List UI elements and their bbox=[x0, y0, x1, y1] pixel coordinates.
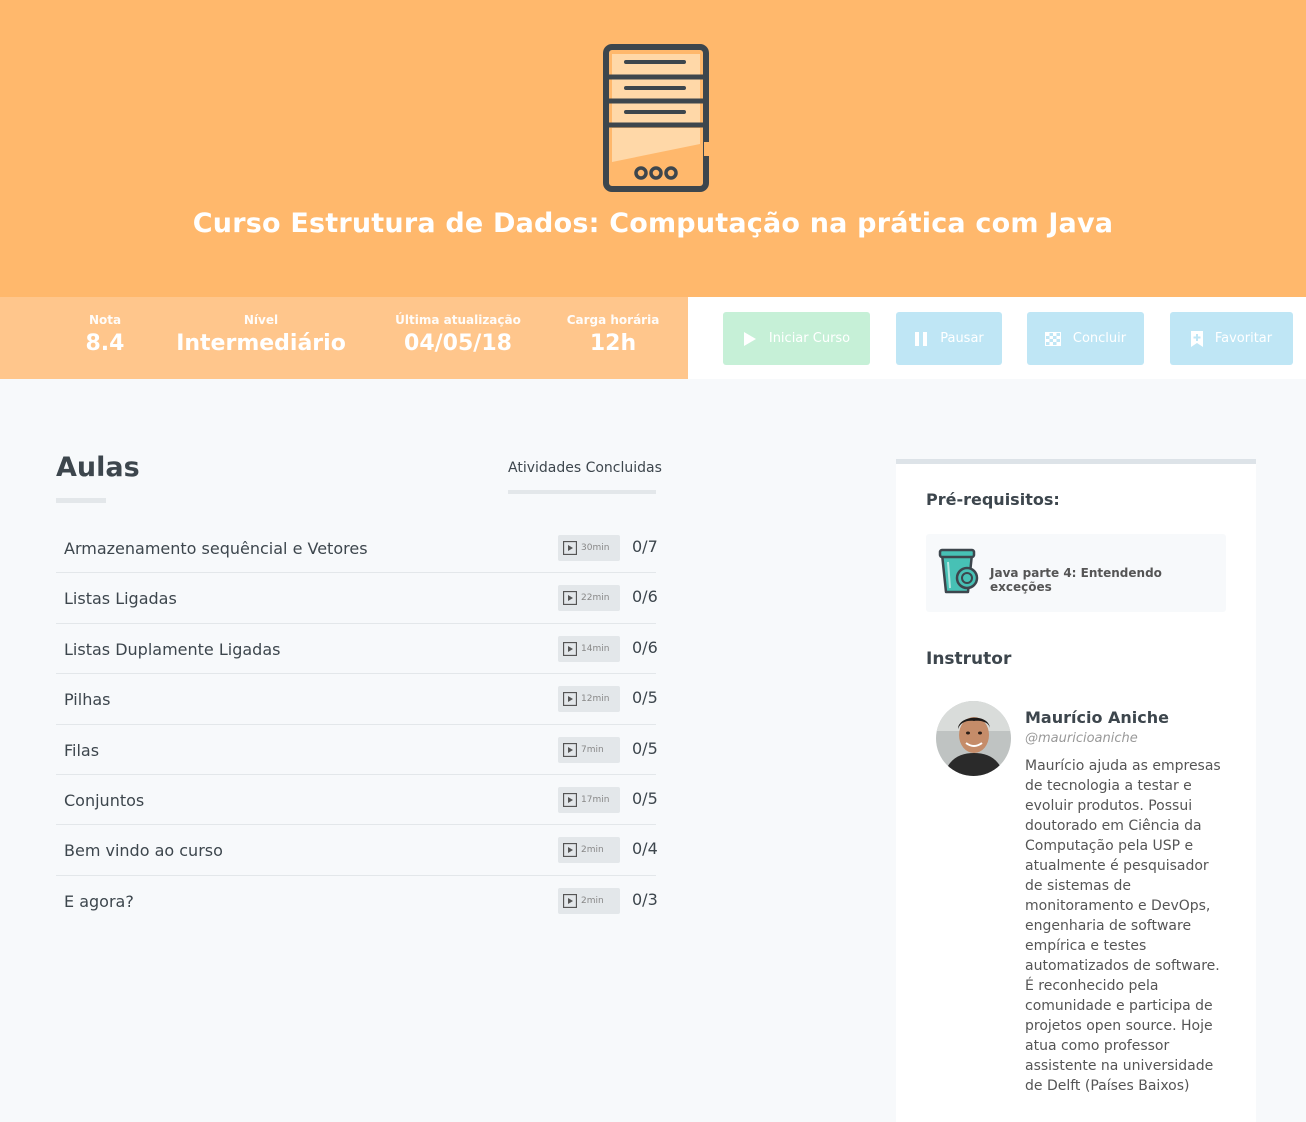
stat-workload: Carga horária 12h bbox=[558, 313, 668, 356]
lesson-row[interactable]: E agora? 2min 0/3 bbox=[56, 876, 658, 926]
stat-label: Nota bbox=[88, 313, 122, 327]
course-actions: Iniciar Curso Pausar Concluir Favoritar bbox=[688, 297, 1306, 379]
lesson-progress: 0/7 bbox=[632, 537, 658, 556]
lesson-progress: 0/6 bbox=[632, 637, 658, 657]
lesson-name: Filas bbox=[64, 740, 100, 760]
lesson-progress: 0/5 bbox=[632, 788, 658, 808]
lesson-row[interactable]: Pilhas 12min 0/5 bbox=[56, 674, 658, 725]
instructor-title: Instrutor bbox=[926, 649, 1012, 669]
course-title: Curso Estrutura de Dados: Computação na … bbox=[192, 208, 1114, 239]
lessons-title: Aulas bbox=[56, 452, 140, 483]
lesson-duration-text: 14min bbox=[581, 643, 610, 654]
stat-label: Carga horária bbox=[566, 313, 660, 327]
lesson-duration: 2min bbox=[558, 887, 620, 914]
lesson-row[interactable]: Conjuntos 17min 0/5 bbox=[56, 775, 658, 826]
lesson-list: Armazenamento sequêncial e Vetores 30min… bbox=[56, 523, 658, 926]
video-icon bbox=[563, 541, 577, 555]
lesson-row[interactable]: Bem vindo ao curso 2min 0/4 bbox=[56, 825, 658, 876]
lesson-progress: 0/4 bbox=[632, 839, 658, 859]
stat-value: Intermediário bbox=[176, 331, 346, 356]
activities-underline bbox=[508, 490, 656, 494]
lesson-progress: 0/6 bbox=[632, 587, 658, 607]
prerequisite-course-name: Java parte 4: Entendendo exceções bbox=[990, 566, 1162, 594]
video-icon bbox=[563, 843, 577, 858]
favorite-button[interactable]: Favoritar bbox=[1170, 312, 1293, 365]
course-hero: Curso Estrutura de Dados: Computação na … bbox=[0, 0, 1306, 297]
lesson-name: E agora? bbox=[64, 891, 134, 911]
lesson-row[interactable]: Filas 7min 0/5 bbox=[56, 725, 658, 775]
lesson-row[interactable]: Armazenamento sequêncial e Vetores 30min… bbox=[56, 523, 658, 574]
stat-last-update: Última atualização 04/05/18 bbox=[382, 313, 534, 356]
lesson-duration-text: 2min bbox=[581, 895, 604, 906]
stat-label: Nível bbox=[243, 313, 279, 327]
video-icon bbox=[563, 893, 577, 908]
lesson-row[interactable]: Listas Ligadas 22min 0/6 bbox=[56, 573, 658, 624]
favorite-label: Favoritar bbox=[1214, 331, 1273, 346]
video-icon bbox=[563, 692, 577, 707]
play-icon bbox=[743, 331, 756, 346]
instructor-handle: @mauricioaniche bbox=[1025, 731, 1138, 746]
instructor-avatar bbox=[936, 701, 1011, 776]
stat-value: 04/05/18 bbox=[404, 331, 512, 356]
activities-completed-label: Atividades Concluidas bbox=[508, 460, 662, 476]
java-cup-icon bbox=[938, 548, 979, 594]
video-icon bbox=[563, 792, 577, 807]
prerequisite-course-link[interactable]: Java parte 4: Entendendo exceções bbox=[926, 534, 1226, 612]
instructor-name: Maurício Aniche bbox=[1025, 708, 1169, 727]
lesson-progress: 0/3 bbox=[632, 889, 658, 909]
lessons-title-underline bbox=[56, 498, 106, 503]
lesson-name: Conjuntos bbox=[64, 790, 145, 810]
stat-value: 8.4 bbox=[85, 331, 125, 356]
lesson-row[interactable]: Listas Duplamente Ligadas 14min 0/6 bbox=[56, 624, 658, 675]
lesson-name: Listas Ligadas bbox=[64, 589, 177, 609]
instructor-bio: Maurício ajuda as empresas de tecnologia… bbox=[1025, 758, 1221, 1094]
lesson-progress: 0/5 bbox=[632, 738, 658, 758]
video-icon bbox=[563, 641, 577, 656]
bookmark-plus-icon bbox=[1190, 330, 1203, 347]
lesson-duration: 30min bbox=[558, 535, 620, 561]
lesson-name: Armazenamento sequêncial e Vetores bbox=[64, 539, 368, 558]
pause-icon bbox=[915, 331, 928, 346]
start-course-button[interactable]: Iniciar Curso bbox=[723, 312, 870, 365]
stat-value: 12h bbox=[589, 331, 637, 356]
lesson-duration: 17min bbox=[558, 786, 620, 813]
lesson-duration: 14min bbox=[558, 635, 620, 662]
video-icon bbox=[563, 591, 577, 606]
course-stats: Nota 8.4 Nível Intermediário Última atua… bbox=[0, 297, 688, 379]
finish-button[interactable]: Concluir bbox=[1027, 312, 1144, 365]
stat-label: Última atualização bbox=[395, 313, 521, 327]
start-course-label: Iniciar Curso bbox=[768, 331, 851, 346]
video-icon bbox=[563, 742, 577, 757]
lesson-duration: 7min bbox=[558, 736, 620, 763]
lesson-duration-text: 22min bbox=[581, 593, 610, 604]
course-sidebar: Pré-requisitos: Java parte 4: Entendendo… bbox=[896, 459, 1256, 1122]
stat-rating: Nota 8.4 bbox=[60, 313, 150, 356]
pause-label: Pausar bbox=[940, 331, 984, 346]
lesson-duration: 12min bbox=[558, 686, 620, 713]
lesson-name: Listas Duplamente Ligadas bbox=[64, 639, 281, 659]
lesson-duration-text: 30min bbox=[581, 543, 610, 553]
lesson-duration-text: 2min bbox=[581, 845, 604, 856]
pause-button[interactable]: Pausar bbox=[896, 312, 1002, 365]
lesson-duration-text: 7min bbox=[581, 744, 604, 755]
lesson-duration-text: 12min bbox=[581, 694, 610, 705]
lesson-name: Pilhas bbox=[64, 690, 111, 710]
stat-level: Nível Intermediário bbox=[166, 313, 356, 356]
prerequisites-title: Pré-requisitos: bbox=[926, 490, 1060, 509]
checkered-flag-icon bbox=[1044, 331, 1061, 346]
lesson-name: Bem vindo ao curso bbox=[64, 841, 223, 861]
server-icon bbox=[603, 44, 712, 192]
lesson-duration: 22min bbox=[558, 585, 620, 612]
finish-label: Concluir bbox=[1072, 331, 1127, 346]
instructor-photo bbox=[936, 701, 1011, 776]
lesson-duration: 2min bbox=[558, 837, 620, 864]
lesson-progress: 0/5 bbox=[632, 688, 658, 708]
lesson-duration-text: 17min bbox=[581, 794, 610, 805]
